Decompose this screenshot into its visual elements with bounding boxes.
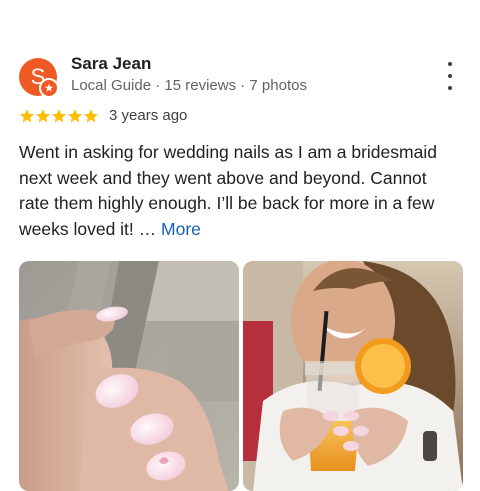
star-icon [68,108,82,122]
review-body: Went in asking for wedding nails as I am… [19,142,437,239]
review-photo-drink[interactable] [243,261,463,491]
more-options-icon[interactable] [440,62,460,90]
star-icon [52,108,66,122]
review-time: 3 years ago [109,107,188,124]
more-link[interactable]: More [161,219,201,239]
reviewer-meta: Local Guide · 15 reviews · 7 photos [71,77,307,94]
star-rating [19,108,99,124]
reviewer-name[interactable]: Sara Jean [71,54,151,74]
star-icon [36,108,50,122]
star-icon [84,108,98,122]
review-text: Went in asking for wedding nails as I am… [19,140,459,242]
review-photo-nails[interactable] [19,261,239,491]
nails-photo-image [19,261,239,491]
reviewer-avatar[interactable]: S [19,58,59,98]
review-ellipsis: … [133,218,157,239]
drink-photo-image [243,261,463,491]
review-rating: 3 years ago [19,107,187,124]
star-icon [20,108,34,122]
local-guide-badge-icon [39,78,59,98]
